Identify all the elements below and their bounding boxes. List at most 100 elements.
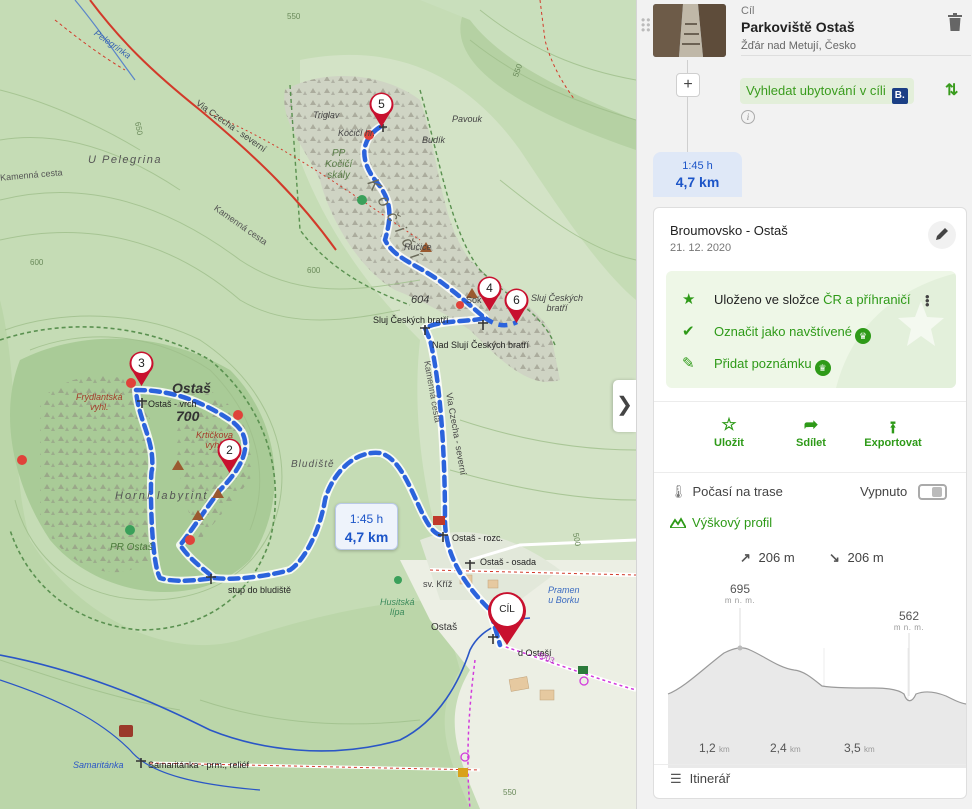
collapse-panel-button[interactable]: ❯ [613, 380, 636, 432]
mark-visited-row[interactable]: ✔ Označit jako navštívené ♛ [682, 322, 872, 344]
plus-icon: + [683, 76, 693, 93]
waypoint-4-marker[interactable]: 4 [476, 275, 503, 312]
profile-max-label: 695 m n. m. [720, 582, 760, 605]
label-ostas-vrch: Ostaš - vrch [148, 399, 197, 409]
weather-toggle[interactable] [918, 484, 947, 500]
destination-caption: Cíl [741, 5, 755, 17]
mark-visited-label: Označit jako navštívené [714, 324, 853, 339]
route-summary-bubble[interactable]: 1:45 h 4,7 km [335, 503, 398, 550]
waypoint-number: 4 [486, 281, 493, 295]
edit-route-button[interactable] [928, 221, 956, 249]
check-circle-icon: ✔ [682, 323, 695, 340]
label-height-700: 700 [176, 408, 200, 424]
ascent-value: 206 m [758, 550, 795, 565]
tick-value: 3,5 [844, 741, 861, 755]
route-date: 21. 12. 2020 [670, 242, 732, 254]
drag-handle-icon[interactable]: •• •• •• [641, 14, 651, 36]
connector-line [687, 97, 688, 152]
arrow-up-right-icon: ↗ [740, 550, 751, 565]
waypoint-6-marker[interactable]: 6 [503, 287, 530, 324]
swap-direction-icon[interactable]: ⇅ [945, 80, 958, 100]
delete-destination-button[interactable] [947, 13, 963, 31]
waypoint-2-marker[interactable]: 2 [216, 437, 243, 474]
info-icon[interactable]: i [741, 110, 755, 124]
waypoint-number: 5 [378, 97, 385, 111]
itinerary-label: Itinerář [689, 771, 731, 786]
share-route-button[interactable]: ➦ Sdílet [771, 415, 851, 449]
label-ostas-osada: Ostaš - osada [480, 557, 537, 567]
weather-state: Vypnuto [860, 484, 908, 499]
label-ostas-peak: Ostaš [172, 380, 211, 396]
saved-prefix: Uloženo ve složce [714, 292, 824, 307]
label-pr-ostas: PR Ostaš [110, 542, 153, 553]
add-waypoint-button[interactable]: + [676, 73, 700, 97]
map-view[interactable]: PP Kočičí skály Triglav Kočičí hr. Pavouk … [0, 0, 636, 809]
add-note-row[interactable]: ✎ Přidat poznámku ♛ [682, 354, 831, 376]
descent-stat: ↘ 206 m [829, 550, 884, 566]
list-icon: ☰ [670, 771, 682, 786]
profile-max-value: 695 [729, 582, 751, 596]
itinerary-button[interactable]: ☰ Itinerář [670, 771, 730, 787]
save-label: Uložit [714, 437, 744, 449]
destination-title[interactable]: Parkoviště Ostaš [741, 19, 855, 35]
elevation-profile-link[interactable]: Výškový profil [668, 515, 772, 530]
profile-max-unit: m n. m. [724, 596, 756, 605]
waypoint-number: 2 [226, 443, 233, 457]
save-route-button[interactable]: ☆ Uložit [689, 415, 769, 449]
thermometer-icon: 🌡︎ [670, 484, 687, 499]
share-label: Sdílet [796, 437, 826, 449]
chevron-right-icon: ❯ [616, 394, 633, 416]
route-distance: 4,7 km [344, 529, 389, 545]
route-variant-tab[interactable]: 1:45 h 4,7 km [653, 152, 742, 197]
waypoint-3-marker[interactable]: 3 [128, 350, 155, 387]
label-frydlantska: Frýdlantská vyhl. [76, 392, 123, 412]
label-budik: Budík [422, 135, 446, 145]
label-sv-kriz: sv. Kříž [423, 579, 453, 589]
label-pramen: Pramen u Borku [548, 585, 580, 605]
label-rucice: Ručice [404, 242, 432, 252]
label-bludiste: Bludiště [291, 459, 335, 470]
route-time: 1:45 h [349, 512, 384, 526]
route-detail-card: Broumovsko - Ostaš 21. 12. 2020 ★ Uloženo… [653, 207, 967, 799]
label-samaritanka: Samaritánka [73, 760, 124, 770]
label-ostas-village: Ostaš [431, 622, 458, 633]
share-arrow-icon: ➦ [803, 415, 819, 434]
label-husitska-lipa: Husitská lípa [380, 597, 415, 617]
tick-value: 1,2 [699, 741, 716, 755]
waypoint-5-marker[interactable]: 5 [368, 91, 395, 128]
premium-crown-icon: ♛ [855, 328, 872, 344]
destination-marker[interactable]: CÍL [485, 590, 529, 646]
destination-thumbnail[interactable] [653, 4, 726, 57]
premium-crown-icon: ♛ [814, 360, 831, 376]
export-route-button[interactable]: ⭱ Exportovat [853, 415, 933, 449]
label-contour-600-b: 600 [307, 266, 321, 275]
label-pp-kocici-skaly: PP Kočičí skály [325, 148, 353, 181]
divider [654, 764, 966, 765]
route-name: Broumovsko - Ostaš [670, 223, 788, 238]
search-accommodation-label: Vyhledat ubytování v cíli [746, 83, 886, 98]
descent-value: 206 m [847, 550, 884, 565]
profile-tick-3: 3,5 km [844, 741, 875, 755]
label-sluj-ceskych-bratri-top: Sluj Českých bratří [531, 293, 584, 313]
booking-logo-icon: B. [891, 88, 908, 104]
tab-time: 1:45 h [682, 160, 713, 172]
star-filled-icon: ★ [682, 291, 696, 308]
arrow-down-right-icon: ↘ [829, 550, 840, 565]
weather-row[interactable]: 🌡︎ Počasí na trase [670, 484, 783, 500]
weather-label: Počasí na trase [692, 484, 783, 499]
label-horni-labyrint: Horní labyrint [115, 490, 209, 502]
profile-tick-1: 1,2 km [699, 741, 730, 755]
connector-line [687, 60, 688, 73]
route-panel: •• •• •• Cíl Parkoviště Ostaš Žďár nad Met… [636, 0, 972, 809]
profile-tick-2: 2,4 km [770, 741, 801, 755]
label-ostas-rozc: Ostaš - rozc. [452, 533, 504, 543]
label-vstup-do-bludiste: stup do bludiště [228, 585, 292, 595]
add-note-label: Přidat poznámku [714, 356, 812, 371]
saved-folder-link[interactable]: ČR a příhraničí [823, 292, 910, 307]
search-accommodation-button[interactable]: Vyhledat ubytování v cíli B. [740, 78, 914, 104]
tick-unit: km [719, 745, 730, 754]
divider [654, 472, 966, 473]
label-samaritanka-road: Samaritánka - prm., reliéf [148, 760, 250, 770]
label-contour-550-c: 550 [503, 788, 517, 797]
more-options-icon[interactable]: • • • [925, 290, 930, 311]
